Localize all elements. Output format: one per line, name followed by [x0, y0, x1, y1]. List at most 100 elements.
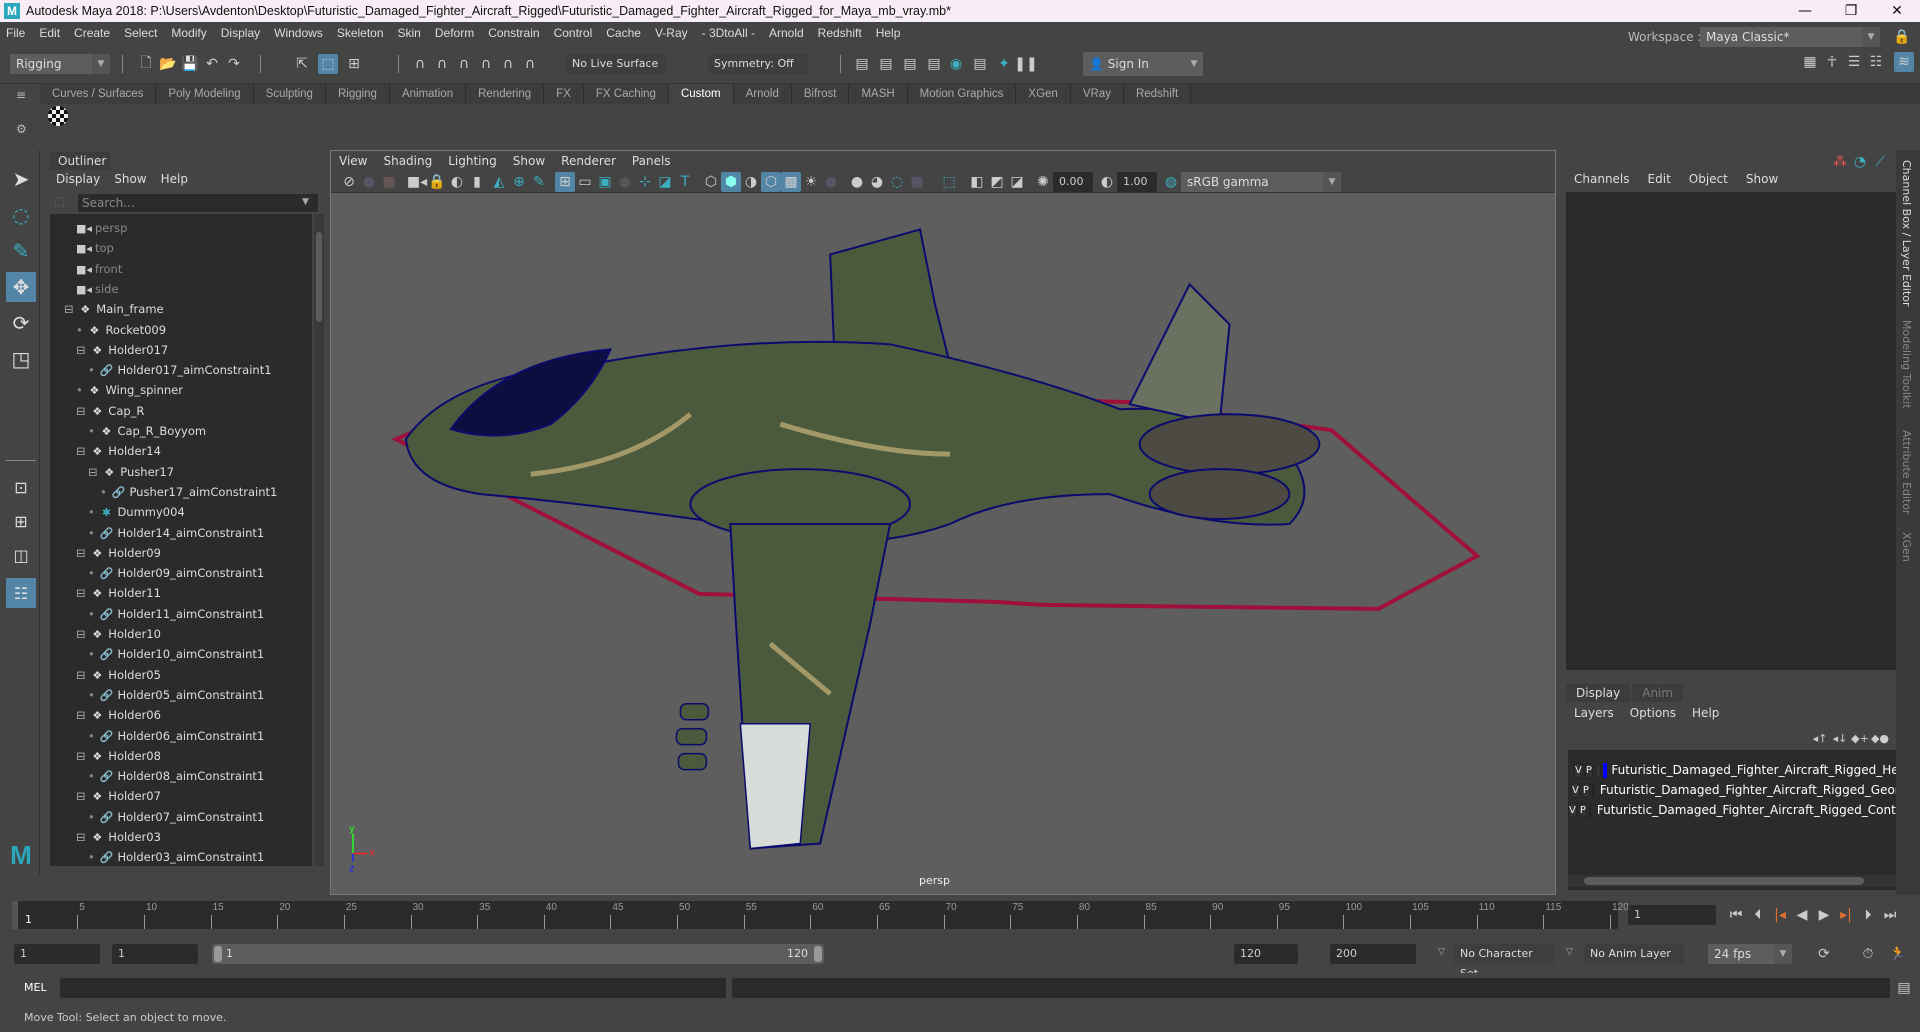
layer-display-type-toggle[interactable] [1588, 802, 1591, 818]
lock-icon[interactable]: 🔒 [1892, 27, 1912, 47]
channel-box-menu-channels[interactable]: Channels [1574, 172, 1630, 186]
collapse-icon[interactable]: ⊟ [88, 465, 101, 479]
live-surface-field[interactable]: No Live Surface [566, 54, 666, 74]
menu-edit[interactable]: Edit [39, 26, 60, 40]
range-end-handle[interactable] [814, 946, 822, 962]
smooth-shade-icon[interactable]: ⬢ [721, 172, 741, 192]
playback-start-field[interactable]: 1 [112, 944, 198, 964]
collapse-icon[interactable]: ⊟ [76, 627, 89, 641]
outliner-item[interactable]: ■◂ side [76, 279, 119, 299]
viewport-menu-show[interactable]: Show [513, 154, 545, 168]
outliner-item[interactable]: ■◂ persp [76, 218, 127, 238]
manipulator-icon[interactable]: ⁂ [1830, 152, 1850, 172]
shelf-tab-poly-modeling[interactable]: Poly Modeling [156, 84, 254, 104]
color-management-toggle-icon[interactable]: ◍ [1161, 172, 1181, 192]
layer-visibility-toggle[interactable]: V [1574, 762, 1583, 778]
outliner-item[interactable]: • 🔗 Holder06_aimConstraint1 [88, 726, 264, 746]
channel-box-menu-show[interactable]: Show [1746, 172, 1778, 186]
pause-viewport-icon[interactable]: ❚❚ [1014, 54, 1037, 74]
menu-display[interactable]: Display [221, 26, 260, 40]
snap-projected-icon[interactable]: ∩ [476, 54, 496, 74]
collapse-icon[interactable]: ⊟ [64, 302, 77, 316]
move-tool-icon[interactable]: ✥ [6, 272, 36, 302]
menu-help[interactable]: Help [876, 26, 901, 40]
collapse-icon[interactable]: ⊟ [76, 789, 89, 803]
outliner-item[interactable]: • ❖ Wing_spinner [76, 380, 183, 400]
fps-dropdown[interactable]: 24 fps ▼ [1708, 944, 1792, 964]
render-current-icon[interactable]: ▤ [876, 54, 896, 74]
single-perspective-view-icon[interactable]: ⊡ [6, 472, 36, 502]
render-view-icon[interactable]: ▤ [852, 54, 872, 74]
bookmark2-icon[interactable]: ▮ [467, 172, 487, 192]
menu-modify[interactable]: Modify [171, 26, 206, 40]
outliner-item[interactable]: ⊟ ❖ Holder11 [76, 583, 161, 603]
collapse-icon[interactable]: ⊟ [76, 444, 89, 458]
chevron-down-icon[interactable]: ▼ [302, 197, 309, 207]
layer-color-swatch[interactable] [1602, 762, 1608, 778]
outliner-item[interactable]: ⊟ ❖ Main_frame [64, 299, 164, 319]
shelf-tab-bifrost[interactable]: Bifrost [791, 84, 850, 104]
shelf-tab-redshift[interactable]: Redshift [1123, 84, 1192, 104]
outliner-item[interactable]: ⊟ ❖ Holder08 [76, 746, 161, 766]
outliner-item[interactable]: • ❖ Cap_R_Boyyom [88, 421, 206, 441]
layer-visibility-toggle[interactable]: V [1571, 782, 1580, 798]
collapse-icon[interactable]: ⊟ [76, 343, 89, 357]
outliner-item[interactable]: • 🔗 Holder09_aimConstraint1 [88, 563, 264, 583]
gate-mask-icon[interactable]: ● [615, 172, 635, 192]
create-layer-from-selected-icon[interactable]: ◆● [1870, 728, 1890, 748]
viewport-menu-view[interactable]: View [339, 154, 367, 168]
outliner-menu-help[interactable]: Help [161, 172, 188, 186]
mel-command-input[interactable] [60, 978, 726, 998]
minimize-button[interactable]: — [1782, 0, 1828, 22]
menu-windows[interactable]: Windows [274, 26, 323, 40]
xray-components-icon[interactable]: ◪ [1007, 172, 1027, 192]
playback-end-field[interactable]: 120 [1234, 944, 1298, 964]
open-scene-icon[interactable]: 📂 [158, 54, 178, 74]
shelf-tab-arnold[interactable]: Arnold [733, 84, 792, 104]
screen-space-ao-icon[interactable]: ● [847, 172, 867, 192]
paint-select-tool-icon[interactable]: ✎ [6, 236, 36, 266]
shelf-tab-animation[interactable]: Animation [389, 84, 467, 104]
outliner-item[interactable]: ⊟ ❖ Pusher17 [88, 462, 174, 482]
xray-joints-icon[interactable]: ◩ [987, 172, 1007, 192]
layer-playback-toggle[interactable]: P [1584, 762, 1593, 778]
use-all-lights-icon[interactable]: ☀ [801, 172, 821, 192]
menu-control[interactable]: Control [554, 26, 593, 40]
step-forward-frame-icon[interactable]: ⏵ [1858, 905, 1878, 925]
outliner-item[interactable]: ⊟ ❖ Holder017 [76, 340, 168, 360]
light-editor-icon[interactable]: ✦ [994, 54, 1014, 74]
layer-menu-layers[interactable]: Layers [1574, 706, 1614, 720]
make-live-icon[interactable]: ∩ [520, 54, 540, 74]
collapse-icon[interactable]: ⊟ [76, 546, 89, 560]
speed-icon[interactable]: ◔ [1850, 152, 1870, 172]
collapse-icon[interactable]: ⊟ [76, 586, 89, 600]
xray-icon[interactable]: ◧ [967, 172, 987, 192]
menu-redshift[interactable]: Redshift [818, 26, 862, 40]
channel-box-area[interactable] [1566, 192, 1896, 670]
go-to-start-icon[interactable]: ⏮ [1726, 905, 1746, 925]
menu-cache[interactable]: Cache [606, 26, 641, 40]
layer-playback-toggle[interactable]: P [1581, 782, 1590, 798]
snap-grid-icon[interactable]: ∩ [410, 54, 430, 74]
outliner-tab[interactable]: Outliner [50, 152, 110, 170]
rotate-tool-icon[interactable]: ⟳ [6, 308, 36, 338]
menuset-dropdown[interactable]: Rigging ▼ [10, 54, 110, 74]
viewport-menu-shading[interactable]: Shading [383, 154, 432, 168]
collapse-icon[interactable]: ⊟ [76, 749, 89, 763]
wireframe-icon[interactable]: ⬡ [701, 172, 721, 192]
side-tab-xgen[interactable]: XGen [1900, 532, 1913, 562]
move-layer-down-icon[interactable]: ◂↓ [1830, 728, 1850, 748]
menu-3dtoall[interactable]: - 3DtoAll - [702, 26, 755, 40]
layer-tab-display[interactable]: Display [1566, 684, 1631, 702]
color-space-dropdown[interactable]: sRGB gamma ▼ [1181, 172, 1341, 192]
select-hierarchy-icon[interactable]: ⇱ [292, 54, 312, 74]
move-layer-up-icon[interactable]: ◂↑ [1810, 728, 1830, 748]
play-forwards-icon[interactable]: ▶ [1814, 905, 1834, 925]
outliner-item[interactable]: • 🔗 Holder11_aimConstraint1 [88, 604, 264, 624]
motion-blur-icon[interactable]: ◕ [867, 172, 887, 192]
channel-box-icon[interactable]: ≋ [1894, 52, 1914, 72]
hyperbolic-icon[interactable]: ⟋ [1870, 152, 1890, 172]
grease-pencil-icon[interactable]: ✎ [529, 172, 549, 192]
workspace-dropdown[interactable]: Maya Classic* ▼ [1700, 27, 1880, 47]
layer-visibility-toggle[interactable]: V [1568, 802, 1577, 818]
